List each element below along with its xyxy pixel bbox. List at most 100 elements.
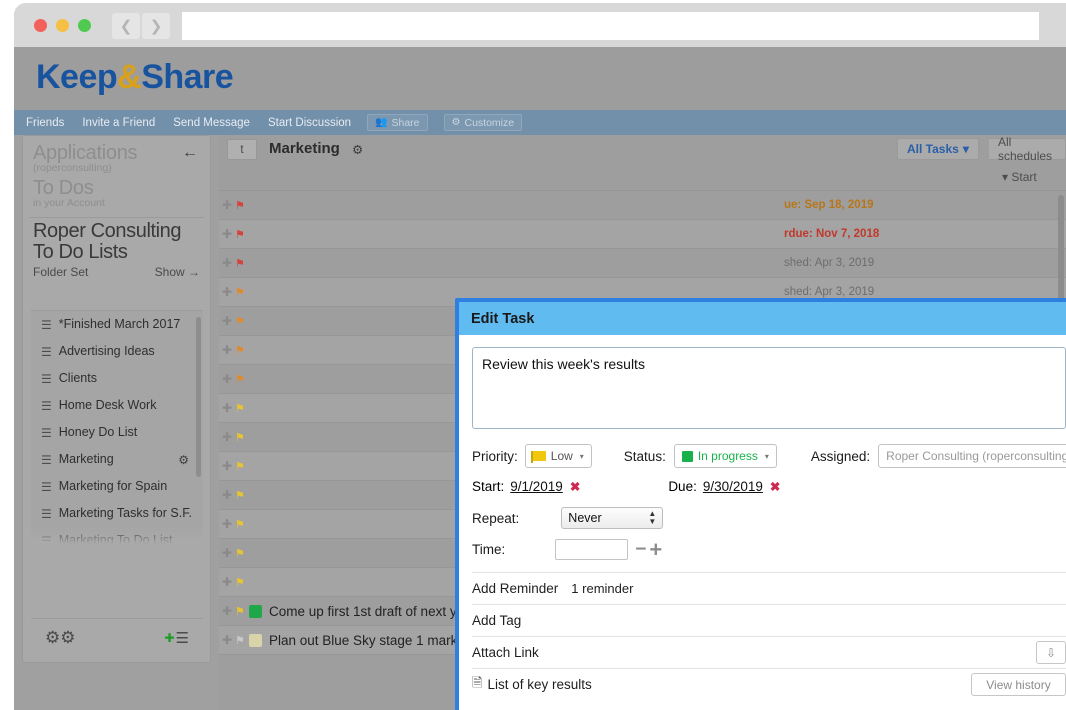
drag-handle-icon[interactable]: ✚ bbox=[219, 517, 235, 531]
start-date-value[interactable]: 9/1/2019 bbox=[510, 479, 563, 494]
folder-set-block: Roper Consulting To Do Lists Folder Set … bbox=[23, 218, 210, 279]
folder-list[interactable]: ☰ *Finished March 2017 ☰ Advertising Ideas ☰… bbox=[31, 310, 203, 544]
assigned-value: Roper Consulting (roperconsulting) bbox=[886, 449, 1066, 463]
folder-list-scrollbar[interactable] bbox=[196, 317, 201, 477]
folder-settings-gear-icon[interactable]: ⚙ bbox=[178, 453, 189, 467]
nav-link-send-message[interactable]: Send Message bbox=[173, 117, 250, 129]
add-list-icon[interactable]: ✚ ☰ bbox=[164, 629, 189, 647]
folder-list-item[interactable]: ☰ Advertising Ideas bbox=[31, 338, 203, 365]
folder-list-item-label: Advertising Ideas bbox=[58, 344, 155, 358]
share-button[interactable]: 👥 Share bbox=[367, 114, 428, 131]
time-decrement-icon[interactable]: − bbox=[635, 540, 646, 559]
drag-handle-icon[interactable]: ✚ bbox=[219, 488, 235, 502]
repeat-select[interactable]: Never ▲ ▼ bbox=[561, 507, 664, 529]
settings-gears-icon[interactable]: ⚙⚙ bbox=[45, 628, 75, 648]
add-reminder-row[interactable]: Add Reminder 1 reminder bbox=[472, 572, 1066, 604]
content-area: Applications (roperconsulting) ← To Dos … bbox=[14, 135, 1066, 710]
page-title: Marketing bbox=[269, 140, 340, 157]
nav-link-invite-a-friend[interactable]: Invite a Friend bbox=[82, 117, 155, 129]
folder-list-item-label: Marketing for Spain bbox=[58, 479, 168, 493]
all-schedules-filter-button[interactable]: All schedules bbox=[989, 135, 1066, 163]
table-row[interactable]: ✚⚑ shed: Apr 3, 2019 bbox=[219, 249, 1066, 278]
drag-handle-icon[interactable]: ✚ bbox=[219, 604, 235, 618]
attach-link-row[interactable]: Attach Link ⇩ bbox=[472, 636, 1066, 668]
window-minimize-button[interactable] bbox=[56, 19, 69, 32]
priority-flag-icon: ⚑ bbox=[235, 315, 245, 328]
status-color-swatch bbox=[249, 228, 262, 241]
drag-handle-icon[interactable]: ✚ bbox=[219, 575, 235, 589]
priority-status-assigned-row: Priority: Low ▾ Status: In progress ▾ As… bbox=[472, 444, 1066, 468]
folder-list-item[interactable]: ☰ *Finished March 2017 bbox=[31, 311, 203, 338]
folder-list-item[interactable]: ☰ Marketing ⚙ bbox=[31, 446, 203, 473]
nav-link-start-discussion[interactable]: Start Discussion bbox=[268, 117, 351, 129]
task-status: rdue: Nov 7, 2018 bbox=[784, 228, 880, 240]
clear-start-date-icon[interactable]: ✖ bbox=[570, 479, 580, 494]
window-close-button[interactable] bbox=[34, 19, 47, 32]
status-color-swatch bbox=[249, 431, 262, 444]
folder-list-item[interactable]: ☰ Honey Do List bbox=[31, 419, 203, 446]
attachment-row[interactable]: 🗎 List of key results View history bbox=[472, 668, 1066, 700]
assigned-dropdown[interactable]: Roper Consulting (roperconsulting) ▾ bbox=[878, 444, 1066, 468]
plus-badge-icon: ✚ bbox=[164, 630, 175, 645]
list-lines-icon: ☰ bbox=[41, 318, 52, 332]
time-input[interactable] bbox=[555, 539, 629, 560]
drag-handle-icon[interactable]: ✚ bbox=[219, 285, 235, 299]
table-row[interactable]: ✚ ⚑ rdue: Nov 7, 2018 bbox=[219, 220, 1066, 249]
time-label: Time: bbox=[472, 542, 506, 557]
drag-handle-icon[interactable]: ✚ bbox=[219, 401, 235, 415]
window-maximize-button[interactable] bbox=[78, 19, 91, 32]
drag-handle-icon[interactable]: ✚ bbox=[219, 198, 235, 212]
left-sidebar: Applications (roperconsulting) ← To Dos … bbox=[22, 135, 211, 663]
priority-dropdown[interactable]: Low ▾ bbox=[524, 444, 592, 468]
customize-button[interactable]: ⚙ Customize bbox=[443, 114, 523, 131]
repeat-row: Repeat: Never ▲ ▼ bbox=[472, 507, 1066, 529]
folder-list-item[interactable]: ☰ Marketing for Spain bbox=[31, 473, 203, 500]
drag-handle-icon[interactable]: ✚ bbox=[219, 256, 235, 270]
tab-t[interactable]: t bbox=[227, 139, 257, 160]
folder-list-item[interactable]: ☰ Marketing Tasks for S.F. bbox=[31, 500, 203, 527]
task-description-textarea[interactable] bbox=[472, 347, 1066, 429]
browser-forward-icon[interactable]: ❯ bbox=[142, 13, 170, 39]
drag-handle-icon[interactable]: ✚ bbox=[219, 227, 235, 241]
add-tag-row[interactable]: Add Tag bbox=[472, 604, 1066, 636]
page-title-gear-icon[interactable]: ⚙ bbox=[352, 142, 363, 157]
due-date-value[interactable]: 9/30/2019 bbox=[703, 479, 763, 494]
folder-list-item[interactable]: ☰ Home Desk Work bbox=[31, 392, 203, 419]
table-row[interactable]: ✚ ⚑ ue: Sep 18, 2019 bbox=[219, 191, 1066, 220]
drag-handle-icon[interactable]: ✚ bbox=[219, 314, 235, 328]
status-color-swatch bbox=[249, 402, 262, 415]
folder-list-item[interactable]: ☰ Clients bbox=[31, 365, 203, 392]
folder-set-show-link[interactable]: Show → bbox=[155, 265, 200, 279]
address-bar-input[interactable] bbox=[182, 12, 1039, 40]
collapse-sidebar-icon[interactable]: ← bbox=[182, 144, 198, 162]
todos-subtitle: in your Account bbox=[33, 197, 105, 209]
column-header-start[interactable]: ▾ Start bbox=[1002, 170, 1037, 184]
drag-handle-icon[interactable]: ✚ bbox=[219, 546, 235, 560]
drag-handle-icon[interactable]: ✚ bbox=[219, 430, 235, 444]
chevron-down-icon: ▾ bbox=[764, 451, 769, 461]
keepandshare-logo[interactable]: Keep&Share bbox=[36, 58, 234, 97]
drag-handle-icon[interactable]: ✚ bbox=[219, 633, 235, 647]
browser-back-icon[interactable]: ❮ bbox=[112, 13, 140, 39]
upload-icon[interactable]: ⇩ bbox=[1036, 641, 1066, 664]
drag-handle-icon[interactable]: ✚ bbox=[219, 372, 235, 386]
status-dropdown[interactable]: In progress ▾ bbox=[673, 444, 777, 468]
dates-row: Start: 9/1/2019 ✖ Due: 9/30/2019 ✖ bbox=[472, 479, 1066, 494]
attachment-name: List of key results bbox=[487, 677, 592, 692]
sort-caret-icon: ▾ bbox=[1002, 170, 1009, 184]
page-content: Keep&Share Friends Invite a Friend Send … bbox=[14, 47, 1066, 710]
drag-handle-icon[interactable]: ✚ bbox=[219, 343, 235, 357]
time-increment-icon[interactable]: + bbox=[649, 538, 662, 560]
logo-ampersand: & bbox=[117, 58, 142, 96]
priority-flag-icon: ⚑ bbox=[235, 286, 245, 299]
view-history-button[interactable]: View history bbox=[971, 673, 1066, 696]
list-lines-icon: ☰ bbox=[41, 426, 52, 440]
priority-flag-icon: ⚑ bbox=[235, 373, 245, 386]
drag-handle-icon[interactable]: ✚ bbox=[219, 459, 235, 473]
status-color-swatch bbox=[249, 604, 262, 618]
share-person-icon: 👥 bbox=[375, 117, 388, 128]
clear-due-date-icon[interactable]: ✖ bbox=[770, 479, 780, 494]
nav-link-friends[interactable]: Friends bbox=[26, 117, 64, 129]
customize-gear-icon: ⚙ bbox=[451, 117, 461, 128]
all-tasks-filter-button[interactable]: All Tasks ▾ bbox=[897, 138, 979, 160]
